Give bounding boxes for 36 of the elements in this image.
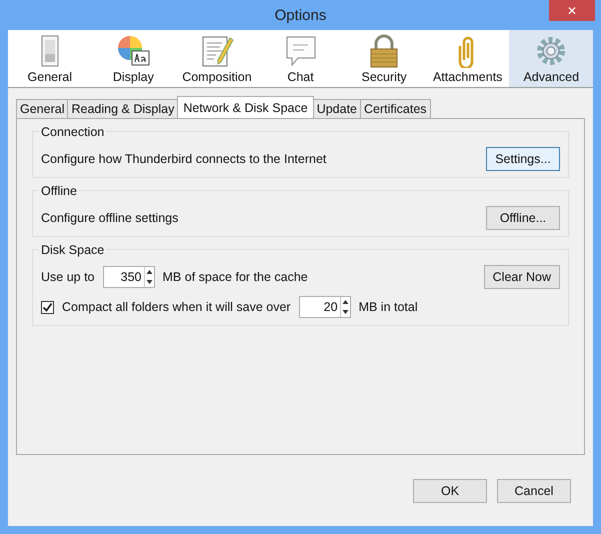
action-button[interactable]: Clear Now xyxy=(484,265,560,289)
tab[interactable]: Certificates xyxy=(360,99,431,118)
unit-label: MB in total xyxy=(358,300,418,314)
number-spinner[interactable]: 350 xyxy=(102,266,155,288)
unit-label: MB of space for the cache xyxy=(162,270,308,284)
speech-bubble-icon xyxy=(284,34,318,68)
option-label: Use up to xyxy=(41,270,95,284)
color-wheel-icon xyxy=(116,34,150,68)
pane-button[interactable]: Attachments xyxy=(426,30,510,87)
pane-button[interactable]: Advanced xyxy=(509,30,594,87)
dialog-button[interactable]: OK xyxy=(413,478,487,502)
description-text: Configure offline settings xyxy=(41,211,178,225)
description-text: Configure how Thunderbird connects to the Internet xyxy=(41,152,326,166)
checkbox[interactable] xyxy=(41,300,54,314)
tab[interactable]: Update xyxy=(312,99,361,118)
pane-button[interactable]: Security xyxy=(342,30,426,87)
option-label: Compact all folders when it will save over xyxy=(62,300,291,314)
pane-button[interactable]: General xyxy=(8,30,92,87)
tab[interactable]: General xyxy=(16,99,68,118)
document-pencil-icon xyxy=(200,34,234,68)
group-title: Connection xyxy=(39,125,106,139)
pane-button[interactable]: Chat xyxy=(258,30,342,87)
group-title: Disk Space xyxy=(39,243,106,257)
number-spinner[interactable]: 20 xyxy=(298,296,351,318)
pane-button[interactable]: Composition xyxy=(175,30,259,87)
action-button[interactable]: Offline... xyxy=(486,206,560,230)
pane-button[interactable]: Display xyxy=(92,30,176,87)
tab[interactable]: Network & Disk Space xyxy=(177,96,314,118)
group-title: Offline xyxy=(39,184,79,198)
spin-arrows-icon[interactable] xyxy=(144,267,154,287)
tab[interactable]: Reading & Display xyxy=(67,99,178,118)
spin-arrows-icon[interactable] xyxy=(340,297,350,317)
action-button[interactable]: Settings... xyxy=(486,147,560,171)
dialog-button[interactable]: Cancel xyxy=(497,478,571,502)
close-button[interactable]: ✕ xyxy=(549,0,595,21)
window-title: Options xyxy=(274,6,326,24)
